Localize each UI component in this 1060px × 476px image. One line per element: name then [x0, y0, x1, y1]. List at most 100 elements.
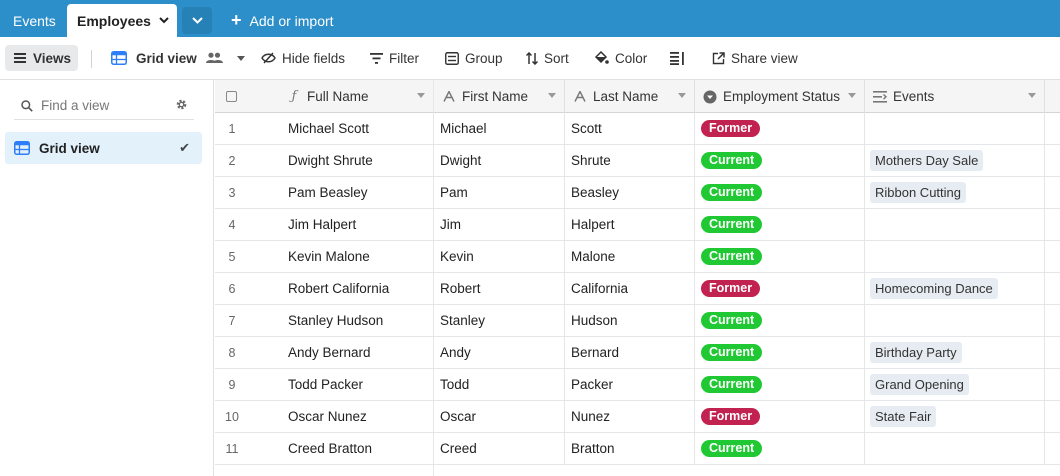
chevron-down-icon[interactable]	[417, 93, 425, 98]
row-number[interactable]: 5	[215, 241, 249, 272]
row-number[interactable]: 1	[215, 113, 249, 144]
table-row[interactable]: 9 Todd Packer Todd Packer Current Grand Openi…	[215, 369, 1060, 401]
chevron-down-icon[interactable]	[848, 93, 856, 98]
cell-last-name[interactable]: Malone	[565, 241, 695, 272]
cell-events[interactable]	[865, 241, 1045, 272]
row-number[interactable]: 9	[215, 369, 249, 400]
cell-events[interactable]: Grand Opening	[865, 369, 1045, 400]
add-or-import-button[interactable]: + Add or import	[231, 4, 334, 37]
cell-employment-status[interactable]: Current	[695, 305, 865, 336]
cell-events[interactable]	[865, 433, 1045, 464]
table-row[interactable]: 1 Michael Scott Michael Scott Former	[215, 113, 1060, 145]
cell-last-name[interactable]: Scott	[565, 113, 695, 144]
chevron-down-icon[interactable]	[678, 93, 686, 98]
sort-button[interactable]: Sort	[526, 37, 569, 79]
cell-full-name[interactable]: Oscar Nunez	[279, 401, 434, 432]
cell-first-name[interactable]: Jim	[434, 209, 565, 240]
cell-full-name[interactable]: Kevin Malone	[279, 241, 434, 272]
cell-first-name[interactable]: Andy	[434, 337, 565, 368]
cell-events[interactable]	[865, 113, 1045, 144]
cell-full-name[interactable]: Andy Bernard	[279, 337, 434, 368]
linked-record-chip[interactable]: Grand Opening	[870, 374, 969, 395]
linked-record-chip[interactable]: Homecoming Dance	[870, 278, 998, 299]
cell-last-name[interactable]: Halpert	[565, 209, 695, 240]
linked-record-chip[interactable]: Mothers Day Sale	[870, 150, 984, 171]
cell-employment-status[interactable]: Current	[695, 241, 865, 272]
find-view-input[interactable]: Find a view	[41, 98, 109, 113]
cell-employment-status[interactable]: Former	[695, 401, 865, 432]
cell-full-name[interactable]: Stanley Hudson	[279, 305, 434, 336]
group-button[interactable]: Group	[445, 37, 503, 79]
cell-first-name[interactable]: Creed	[434, 433, 565, 464]
cell-last-name[interactable]: Nunez	[565, 401, 695, 432]
tab-employees[interactable]: Employees	[67, 4, 177, 37]
cell-last-name[interactable]: Packer	[565, 369, 695, 400]
row-number[interactable]: 7	[215, 305, 249, 336]
cell-full-name[interactable]: Dwight Shrute	[279, 145, 434, 176]
cell-full-name[interactable]: Michael Scott	[279, 113, 434, 144]
chevron-down-icon[interactable]	[548, 93, 556, 98]
linked-record-chip[interactable]: State Fair	[870, 406, 937, 427]
table-row[interactable]: 8 Andy Bernard Andy Bernard Current Birthday …	[215, 337, 1060, 369]
cell-last-name[interactable]: Beasley	[565, 177, 695, 208]
cell-last-name[interactable]: Bratton	[565, 433, 695, 464]
cell-last-name[interactable]: Hudson	[565, 305, 695, 336]
table-row[interactable]: 10 Oscar Nunez Oscar Nunez Former State Fair	[215, 401, 1060, 433]
cell-employment-status[interactable]: Current	[695, 433, 865, 464]
find-view-search[interactable]: Find a view	[14, 92, 194, 120]
table-row[interactable]: 7 Stanley Hudson Stanley Hudson Current	[215, 305, 1060, 337]
gear-icon[interactable]	[175, 98, 188, 114]
cell-employment-status[interactable]: Current	[695, 337, 865, 368]
views-button[interactable]: Views	[5, 45, 78, 71]
table-row[interactable]: 2 Dwight Shrute Dwight Shrute Current Mothers…	[215, 145, 1060, 177]
cell-first-name[interactable]: Robert	[434, 273, 565, 304]
cell-events[interactable]	[865, 209, 1045, 240]
cell-employment-status[interactable]: Former	[695, 113, 865, 144]
row-number[interactable]: 4	[215, 209, 249, 240]
table-row[interactable]: 3 Pam Beasley Pam Beasley Current Ribbon Cutt…	[215, 177, 1060, 209]
column-header-last-name[interactable]: Last Name	[565, 80, 695, 113]
cell-full-name[interactable]: Creed Bratton	[279, 433, 434, 464]
table-row[interactable]: 4 Jim Halpert Jim Halpert Current	[215, 209, 1060, 241]
table-row[interactable]: 6 Robert California Robert California Former…	[215, 273, 1060, 305]
color-button[interactable]: Color	[594, 37, 647, 79]
select-all-cell[interactable]	[215, 80, 279, 113]
chevron-down-icon[interactable]	[1028, 93, 1036, 98]
cell-first-name[interactable]: Pam	[434, 177, 565, 208]
filter-button[interactable]: Filter	[370, 37, 419, 79]
table-row[interactable]: 11 Creed Bratton Creed Bratton Current	[215, 433, 1060, 465]
column-header-employment-status[interactable]: Employment Status	[695, 80, 865, 113]
cell-employment-status[interactable]: Current	[695, 177, 865, 208]
cell-events[interactable]: Birthday Party	[865, 337, 1045, 368]
column-header-first-name[interactable]: First Name	[434, 80, 565, 113]
cell-events[interactable]: Mothers Day Sale	[865, 145, 1045, 176]
cell-full-name[interactable]: Todd Packer	[279, 369, 434, 400]
cell-events[interactable]: Homecoming Dance	[865, 273, 1045, 304]
cell-first-name[interactable]: Michael	[434, 113, 565, 144]
select-all-checkbox[interactable]	[226, 91, 237, 102]
cell-last-name[interactable]: California	[565, 273, 695, 304]
column-header-full-name[interactable]: ƒ Full Name	[279, 80, 434, 113]
row-number[interactable]: 3	[215, 177, 249, 208]
row-number[interactable]: 11	[215, 433, 249, 464]
share-view-button[interactable]: Share view	[712, 37, 798, 79]
row-height-button[interactable]	[670, 37, 691, 79]
row-number[interactable]: 10	[215, 401, 249, 432]
linked-record-chip[interactable]: Ribbon Cutting	[870, 182, 966, 203]
cell-employment-status[interactable]: Former	[695, 273, 865, 304]
cell-full-name[interactable]: Robert California	[279, 273, 434, 304]
column-header-events[interactable]: Events	[865, 80, 1045, 113]
row-number[interactable]: 2	[215, 145, 249, 176]
cell-first-name[interactable]: Oscar	[434, 401, 565, 432]
cell-events[interactable]: Ribbon Cutting	[865, 177, 1045, 208]
cell-events[interactable]	[865, 305, 1045, 336]
cell-full-name[interactable]: Jim Halpert	[279, 209, 434, 240]
tab-events[interactable]: Events	[0, 4, 64, 37]
cell-first-name[interactable]: Dwight	[434, 145, 565, 176]
chevron-down-icon[interactable]	[159, 15, 169, 27]
cell-employment-status[interactable]: Current	[695, 209, 865, 240]
add-record-row[interactable]	[215, 465, 1060, 476]
row-number[interactable]: 6	[215, 273, 249, 304]
cell-full-name[interactable]: Pam Beasley	[279, 177, 434, 208]
cell-employment-status[interactable]: Current	[695, 369, 865, 400]
